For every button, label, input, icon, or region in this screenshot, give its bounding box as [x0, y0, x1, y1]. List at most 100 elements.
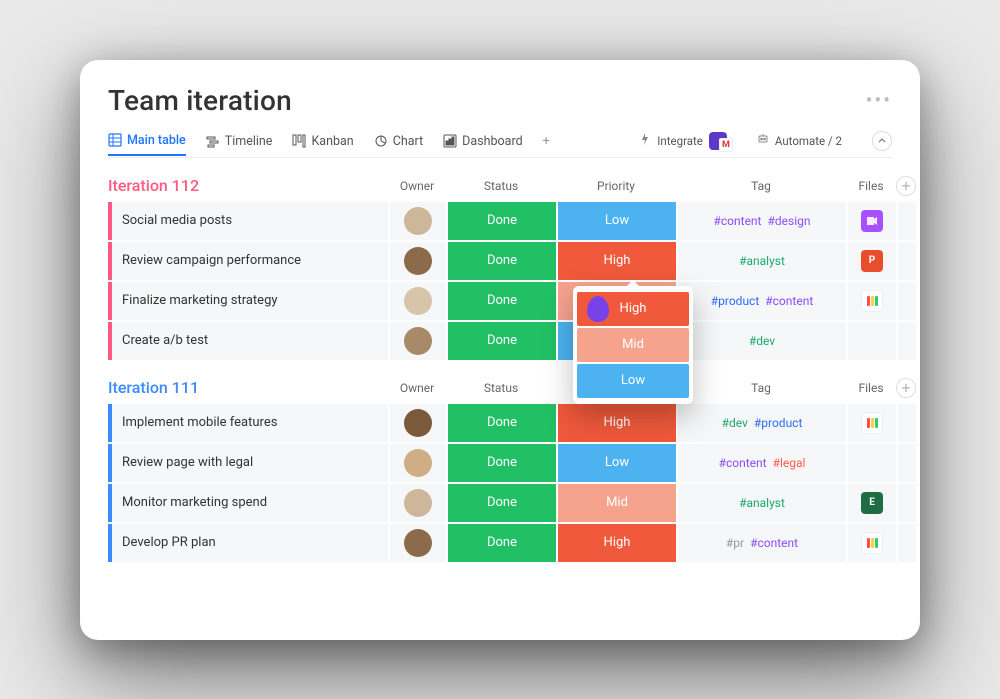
tab-chart[interactable]: Chart	[374, 134, 423, 155]
column-header-files[interactable]: Files	[846, 381, 896, 395]
add-column-button[interactable]: +	[896, 176, 916, 196]
tag-cell[interactable]: #pr #content	[678, 524, 846, 562]
monday-file-icon	[861, 412, 883, 434]
priority-option-low[interactable]: Low	[577, 364, 689, 398]
status-cell[interactable]: Done	[448, 282, 556, 320]
owner-cell[interactable]	[390, 202, 446, 240]
owner-cell[interactable]	[390, 404, 446, 442]
tag[interactable]: #content	[765, 294, 813, 308]
files-cell[interactable]	[848, 524, 896, 562]
column-header-status[interactable]: Status	[446, 381, 556, 395]
tab-label: Main table	[127, 133, 186, 148]
files-cell[interactable]	[848, 282, 896, 320]
files-cell[interactable]	[848, 322, 896, 360]
more-menu-icon[interactable]: •••	[866, 88, 892, 112]
priority-option-high[interactable]: High	[577, 292, 689, 326]
tag[interactable]: #content	[719, 456, 767, 470]
bolt-icon	[639, 133, 651, 148]
files-cell[interactable]	[848, 444, 896, 482]
priority-cell[interactable]: Mid	[558, 484, 676, 522]
column-header-priority[interactable]: Priority	[556, 179, 676, 193]
tag[interactable]: #content	[714, 214, 762, 228]
tag-cell[interactable]: #content #legal	[678, 444, 846, 482]
column-header-files[interactable]: Files	[846, 179, 896, 193]
column-header-status[interactable]: Status	[446, 179, 556, 193]
table-row: Review page with legal DoneLow #content #le…	[108, 444, 892, 482]
task-name-cell[interactable]: Create a/b test	[108, 322, 388, 360]
status-cell[interactable]: Done	[448, 404, 556, 442]
tag-cell[interactable]: #dev #product	[678, 404, 846, 442]
group-title[interactable]: Iteration 112	[108, 176, 388, 195]
priority-cell[interactable]: Low	[558, 444, 676, 482]
tag[interactable]: #design	[767, 214, 810, 228]
priority-cell[interactable]: High	[558, 404, 676, 442]
priority-dropdown[interactable]: High Mid Low	[573, 286, 693, 404]
owner-cell[interactable]	[390, 282, 446, 320]
priority-option-label: Mid	[622, 337, 644, 352]
group-title[interactable]: Iteration 111	[108, 378, 388, 397]
tag-cell[interactable]: #analyst	[678, 484, 846, 522]
board-frame: Team iteration ••• Main table Timeline K…	[80, 60, 920, 640]
row-end-cell	[898, 404, 916, 442]
tab-label: Timeline	[225, 134, 273, 149]
table-row: Monitor marketing spendDoneMid#analystE	[108, 484, 892, 522]
tag-cell[interactable]: #dev	[678, 322, 846, 360]
add-column-button[interactable]: +	[896, 378, 916, 398]
task-name-cell[interactable]: Monitor marketing spend	[108, 484, 388, 522]
status-cell[interactable]: Done	[448, 524, 556, 562]
tab-timeline[interactable]: Timeline	[206, 134, 273, 155]
owner-cell[interactable]	[390, 242, 446, 280]
tag[interactable]: #analyst	[739, 254, 785, 268]
tag[interactable]: #product	[754, 416, 803, 430]
task-name-cell[interactable]: Implement mobile features	[108, 404, 388, 442]
tag[interactable]: #content	[750, 536, 798, 550]
tab-main-table[interactable]: Main table	[108, 133, 186, 156]
task-name-cell[interactable]: Finalize marketing strategy	[108, 282, 388, 320]
tag-cell[interactable]: #analyst	[678, 242, 846, 280]
task-name-cell[interactable]: Review campaign performance	[108, 242, 388, 280]
owner-cell[interactable]	[390, 524, 446, 562]
integrate-button[interactable]: Integrate	[639, 132, 727, 150]
status-cell[interactable]: Done	[448, 322, 556, 360]
owner-cell[interactable]	[390, 322, 446, 360]
tag[interactable]: #legal	[773, 456, 806, 470]
files-cell[interactable]: P	[848, 242, 896, 280]
tab-dashboard[interactable]: Dashboard	[443, 134, 522, 155]
automate-button[interactable]: Automate / 2	[757, 133, 842, 148]
tag-cell[interactable]: #product #content	[678, 282, 846, 320]
add-view-button[interactable]: +	[543, 134, 550, 155]
tag[interactable]: #product	[711, 294, 760, 308]
column-header-owner[interactable]: Owner	[388, 381, 446, 395]
monday-file-icon	[861, 290, 883, 312]
priority-option-mid[interactable]: Mid	[577, 328, 689, 362]
priority-cell[interactable]: Low	[558, 202, 676, 240]
column-header-tag[interactable]: Tag	[676, 179, 846, 193]
task-name-cell[interactable]: Develop PR plan	[108, 524, 388, 562]
table-row: Social media posts DoneLow #content #design	[108, 202, 892, 240]
column-header-tag[interactable]: Tag	[676, 381, 846, 395]
tag[interactable]: #dev	[749, 334, 775, 348]
tag[interactable]: #dev	[722, 416, 748, 430]
status-cell[interactable]: Done	[448, 202, 556, 240]
task-name-cell[interactable]: Social media posts	[108, 202, 388, 240]
column-header-owner[interactable]: Owner	[388, 179, 446, 193]
timeline-icon	[206, 134, 220, 148]
files-cell[interactable]	[848, 202, 896, 240]
tag-cell[interactable]: #content #design	[678, 202, 846, 240]
tag[interactable]: #analyst	[739, 496, 785, 510]
files-cell[interactable]	[848, 404, 896, 442]
group-header: Iteration 112OwnerStatusPriorityTagFiles…	[108, 176, 892, 196]
task-name-cell[interactable]: Review page with legal	[108, 444, 388, 482]
owner-cell[interactable]	[390, 444, 446, 482]
status-cell[interactable]: Done	[448, 242, 556, 280]
status-cell[interactable]: Done	[448, 444, 556, 482]
table-row: Finalize marketing strategyDoneMid#produ…	[108, 282, 892, 320]
priority-cell[interactable]: High	[558, 524, 676, 562]
tag[interactable]: #pr	[726, 536, 744, 550]
files-cell[interactable]: E	[848, 484, 896, 522]
status-cell[interactable]: Done	[448, 484, 556, 522]
priority-cell[interactable]: High	[558, 242, 676, 280]
owner-cell[interactable]	[390, 484, 446, 522]
collapse-toolbar-button[interactable]	[872, 131, 892, 151]
tab-kanban[interactable]: Kanban	[292, 134, 353, 155]
